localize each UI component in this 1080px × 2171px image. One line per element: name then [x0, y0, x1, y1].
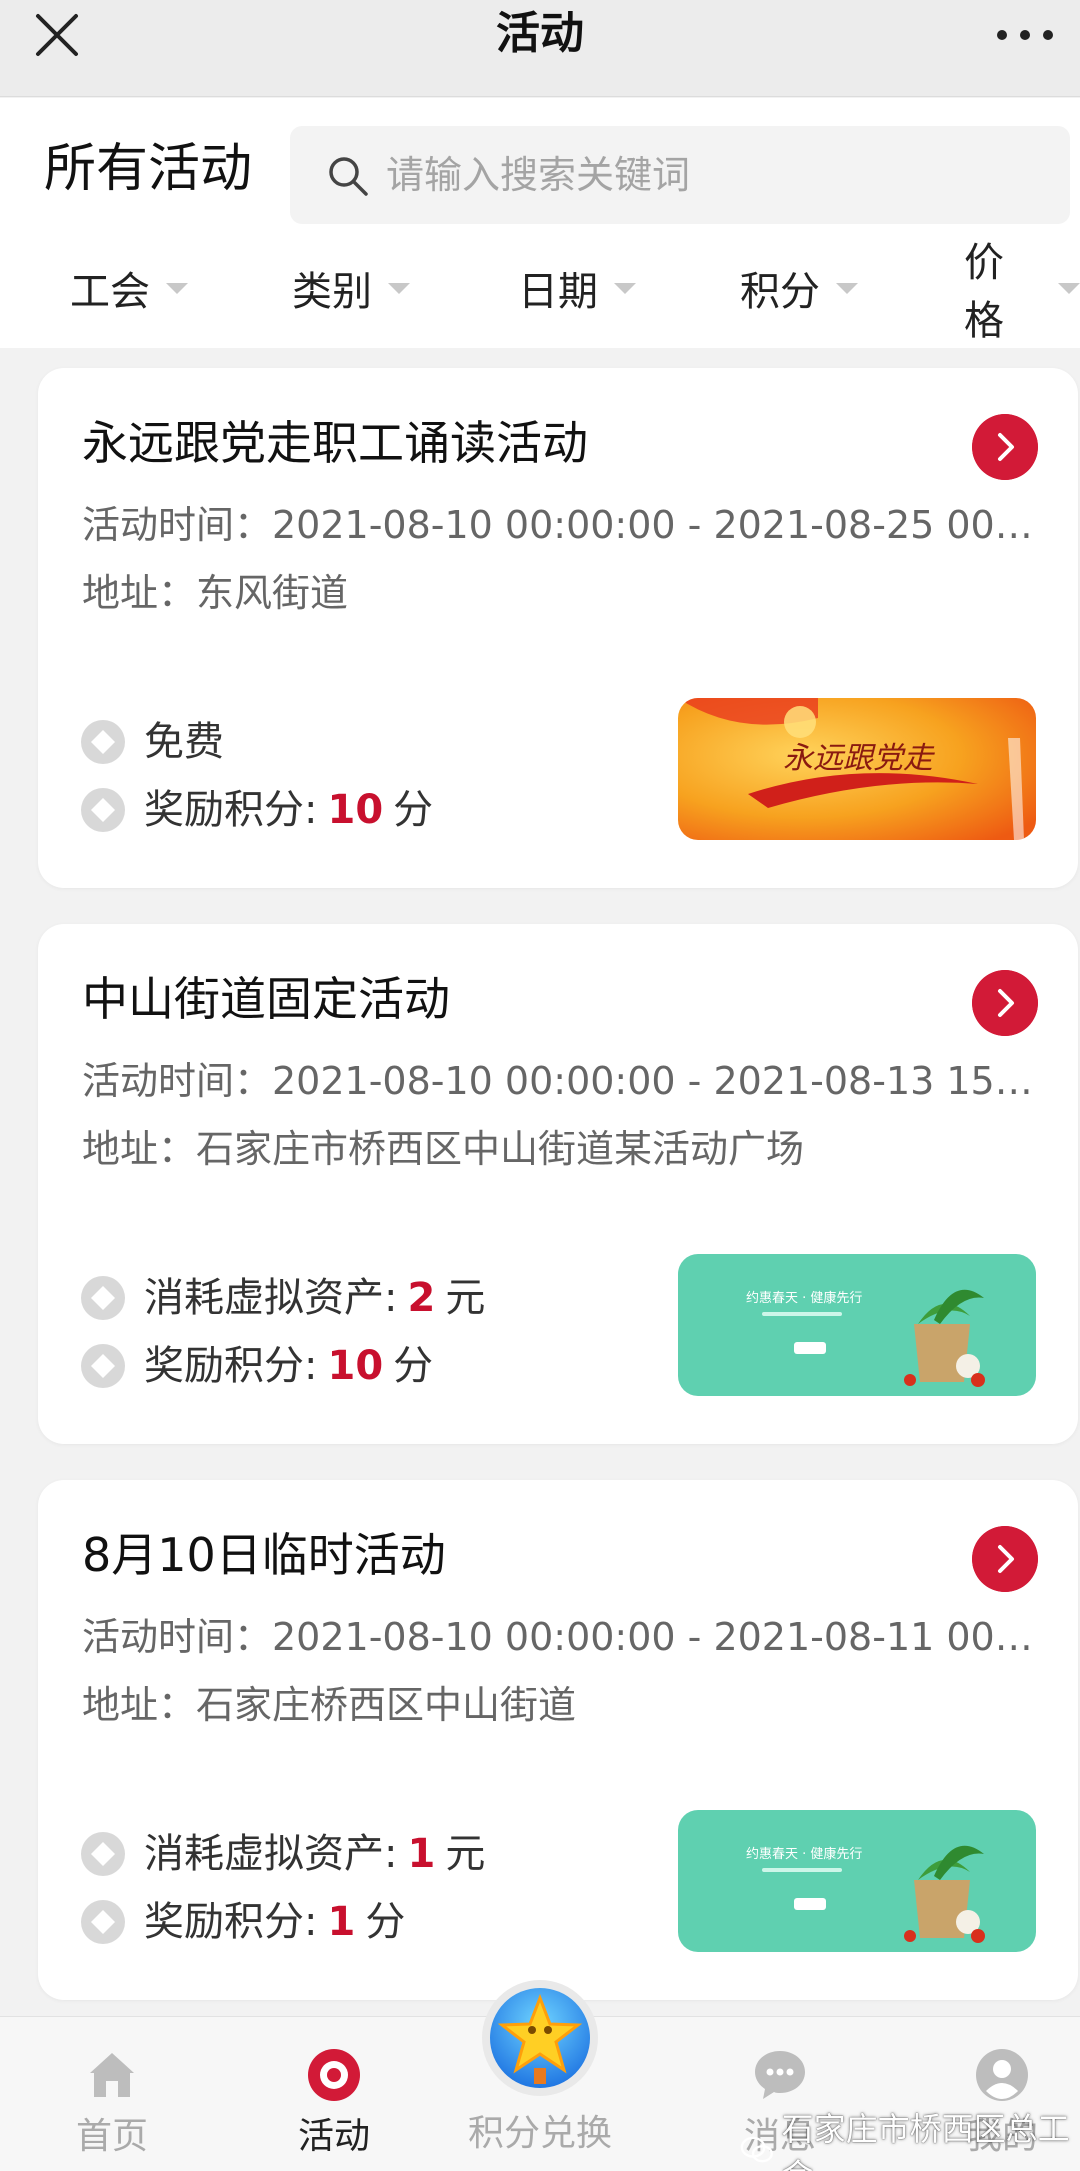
search-icon — [329, 157, 368, 196]
activity-time: 活动时间：2021-08-10 00:00:00 - 2021-08-13 15… — [82, 1059, 1042, 1103]
watermark-text: 石家庄市桥西区总工会 — [781, 2110, 1070, 2171]
price-unit: 元 — [445, 1831, 486, 1877]
caret-down-icon — [614, 282, 636, 294]
diamond-icon — [81, 1344, 125, 1388]
activity-thumbnail[interactable]: 永远跟党走 — [678, 698, 1036, 840]
tab-label: 活动 — [297, 2116, 370, 2157]
watermark: 石家庄市桥西区总工会 — [740, 2104, 1080, 2171]
health-banner-image: 约惠春天 · 健康先行 — [678, 1254, 1036, 1396]
points-unit: 分 — [393, 1343, 434, 1389]
tab-label: 首页 — [75, 2116, 148, 2157]
points-value: 1 — [327, 1899, 356, 1945]
filter-label: 日期 — [518, 269, 598, 315]
activity-thumbnail[interactable]: 约惠春天 · 健康先行 — [678, 1254, 1036, 1396]
price-value: 2 — [407, 1275, 436, 1321]
points-line: 奖励积分: 10 分 — [80, 1338, 433, 1394]
activity-time: 活动时间：2021-08-10 00:00:00 - 2021-08-11 00… — [82, 1615, 1042, 1659]
activity-card[interactable]: 中山街道固定活动 活动时间：2021-08-10 00:00:00 - 2021… — [38, 924, 1078, 1444]
points-label: 奖励积分: — [144, 1899, 318, 1945]
tab-activity[interactable]: 活动 — [244, 2017, 424, 2171]
chevron-right-icon[interactable] — [972, 414, 1038, 480]
party-banner-image: 永远跟党走 — [678, 698, 1036, 840]
chevron-right-icon[interactable] — [972, 970, 1038, 1036]
filter-label: 价格 — [964, 240, 1004, 344]
price-unit: 元 — [445, 1275, 486, 1321]
diamond-icon — [81, 1832, 125, 1876]
page-title: 所有活动 — [44, 139, 253, 199]
caret-down-icon — [1058, 282, 1080, 294]
activity-thumbnail[interactable]: 约惠春天 · 健康先行 — [678, 1810, 1036, 1952]
filter-category[interactable]: 类别 — [292, 258, 410, 318]
more-icon[interactable] — [992, 8, 1058, 62]
activity-address: 地址：石家庄市桥西区中山街道某活动广场 — [82, 1127, 805, 1171]
activity-card[interactable]: 8月10日临时活动 活动时间：2021-08-10 00:00:00 - 202… — [38, 1480, 1078, 2000]
filter-label: 积分 — [740, 269, 820, 315]
title-bar: 活动 — [0, 0, 1080, 97]
price-line: 免费 — [80, 714, 224, 770]
price-line: 消耗虚拟资产: 1 元 — [80, 1826, 485, 1882]
diamond-icon — [81, 788, 125, 832]
filter-price[interactable]: 价格 — [964, 240, 1080, 344]
price-label: 消耗虚拟资产: — [144, 1831, 398, 1877]
points-value: 10 — [327, 1343, 384, 1389]
page-header: 所有活动 工会 类别 日期 积分 价格 — [0, 98, 1080, 348]
price-label: 免费 — [144, 719, 224, 765]
activity-address: 地址：石家庄桥西区中山街道 — [82, 1683, 577, 1727]
diamond-icon — [81, 1900, 125, 1944]
chevron-right-icon[interactable] — [972, 1526, 1038, 1592]
filter-points[interactable]: 积分 — [740, 258, 858, 318]
search-box[interactable] — [290, 126, 1070, 224]
price-value: 1 — [407, 1831, 436, 1877]
activity-title: 中山街道固定活动 — [82, 972, 450, 1026]
filter-label: 类别 — [292, 269, 372, 315]
filter-date[interactable]: 日期 — [518, 258, 636, 318]
filter-label: 工会 — [70, 269, 150, 315]
caret-down-icon — [388, 282, 410, 294]
user-icon — [976, 2049, 1028, 2101]
caret-down-icon — [166, 282, 188, 294]
banner-caption: 约惠春天 · 健康先行 — [746, 1290, 862, 1306]
tab-home[interactable]: 首页 — [22, 2017, 202, 2171]
filter-union[interactable]: 工会 — [70, 258, 188, 318]
points-line: 奖励积分: 10 分 — [80, 782, 433, 838]
wechat-icon — [740, 2136, 773, 2163]
points-value: 10 — [327, 787, 384, 833]
price-label: 消耗虚拟资产: — [144, 1275, 398, 1321]
star-icon — [482, 1980, 598, 2096]
price-line: 消耗虚拟资产: 2 元 — [80, 1270, 485, 1326]
activity-card[interactable]: 永远跟党走职工诵读活动 活动时间：2021-08-10 00:00:00 - 2… — [38, 368, 1078, 888]
points-unit: 分 — [365, 1899, 406, 1945]
caret-down-icon — [836, 282, 858, 294]
banner-caption: 约惠春天 · 健康先行 — [746, 1846, 862, 1862]
health-banner-image: 约惠春天 · 健康先行 — [678, 1810, 1036, 1952]
home-icon — [90, 2053, 134, 2097]
chat-bubble-icon — [755, 2051, 805, 2099]
filter-bar: 工会 类别 日期 积分 价格 — [0, 240, 1080, 344]
points-line: 奖励积分: 1 分 — [80, 1894, 405, 1950]
points-label: 奖励积分: — [144, 787, 318, 833]
window-title: 活动 — [496, 8, 584, 59]
diamond-icon — [81, 1276, 125, 1320]
diamond-icon — [81, 720, 125, 764]
activity-title: 8月10日临时活动 — [82, 1528, 446, 1582]
search-input[interactable] — [386, 140, 1046, 210]
points-unit: 分 — [393, 787, 434, 833]
points-label: 奖励积分: — [144, 1343, 318, 1389]
tab-label: 积分兑换 — [467, 2113, 612, 2154]
banner-caption: 永远跟党走 — [783, 741, 935, 776]
target-icon — [308, 2049, 360, 2101]
activity-title: 永远跟党走职工诵读活动 — [82, 416, 588, 470]
activity-time: 活动时间：2021-08-10 00:00:00 - 2021-08-25 00… — [82, 503, 1042, 547]
activity-address: 地址：东风街道 — [82, 571, 349, 615]
tab-points-exchange[interactable]: 积分兑换 — [450, 1978, 630, 2171]
